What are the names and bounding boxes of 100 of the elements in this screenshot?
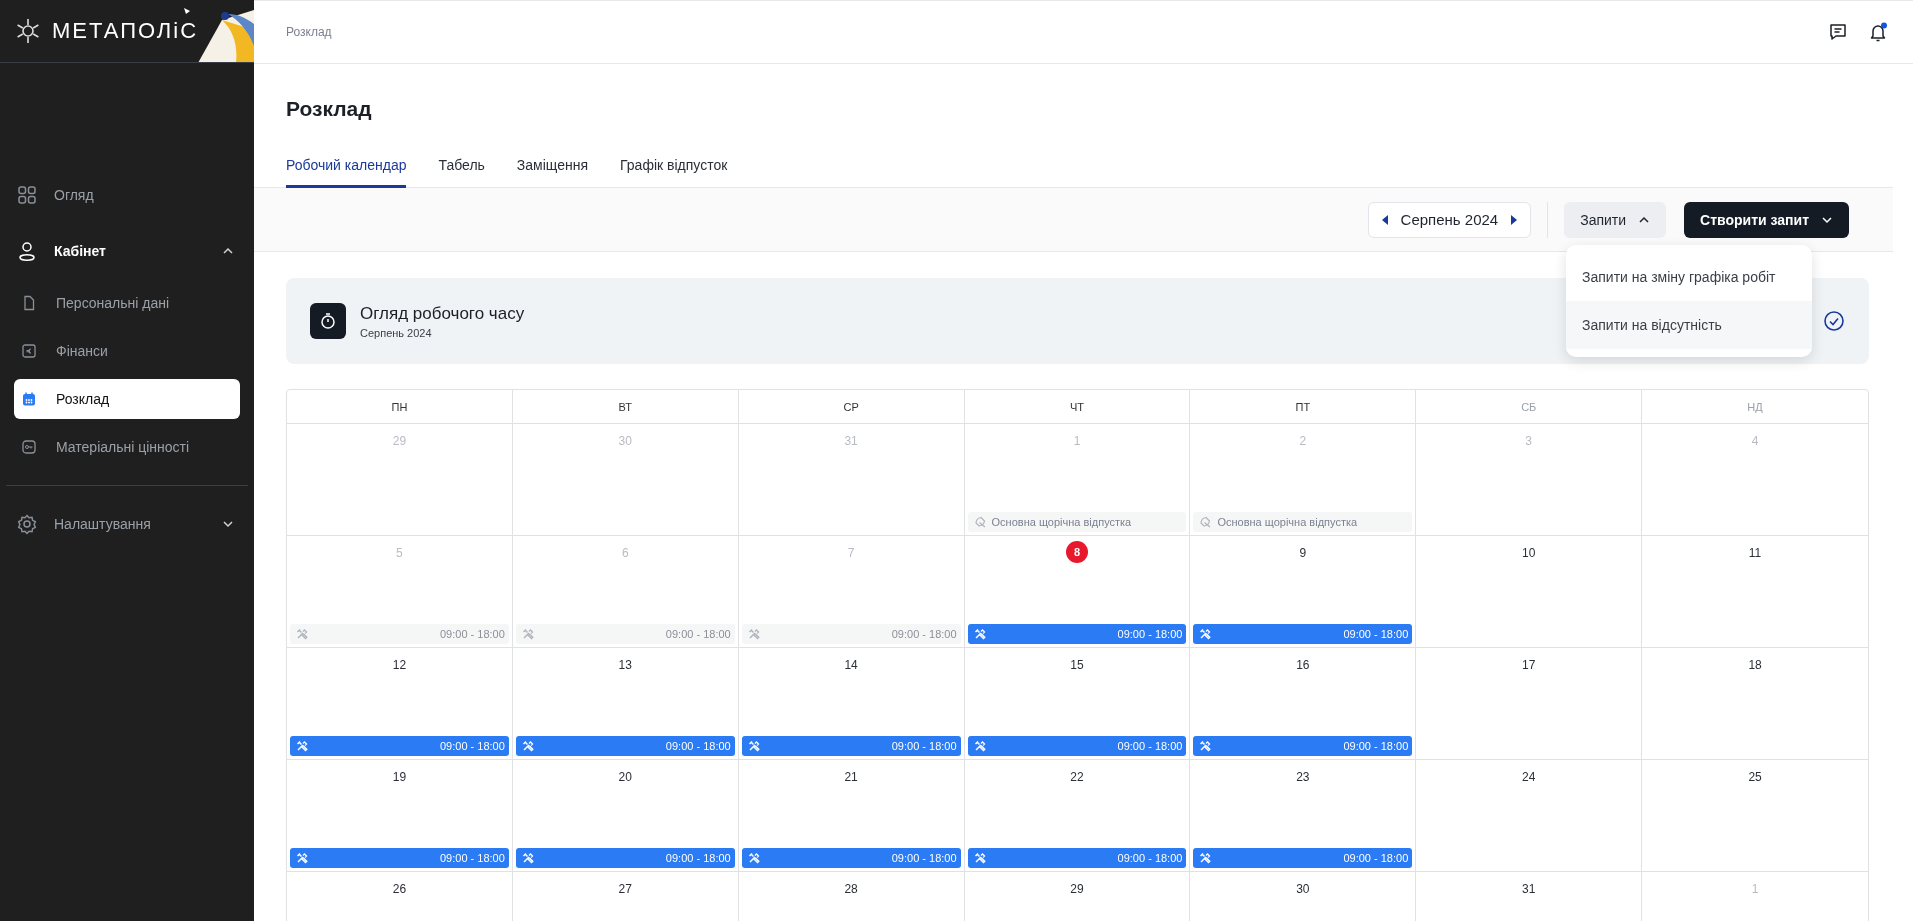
tools-icon	[973, 852, 986, 864]
shift-bar[interactable]: 09:00 - 18:00	[967, 736, 1187, 756]
tools-icon	[747, 628, 760, 640]
day-cell[interactable]: 23 09:00 - 18:00	[1190, 760, 1417, 872]
shift-bar[interactable]: 09:00 - 18:00	[741, 736, 961, 756]
menu-item[interactable]: Запити на зміну графіка робіт	[1566, 253, 1812, 301]
day-number: 28	[843, 881, 859, 898]
day-cell[interactable]: 29	[964, 872, 1191, 921]
gear-icon	[16, 513, 38, 535]
day-number: 29	[1069, 881, 1085, 898]
day-number: 12	[391, 657, 408, 674]
day-cell[interactable]: 20 09:00 - 18:00	[512, 760, 739, 872]
day-cell[interactable]: 28	[738, 872, 965, 921]
user-icon	[16, 240, 38, 262]
tools-icon	[521, 628, 534, 640]
nav-item[interactable]: Кабінет	[14, 229, 240, 273]
nav-item[interactable]: Фінанси	[14, 331, 240, 371]
shift-bar[interactable]: 09:00 - 18:00	[967, 624, 1187, 644]
shift-bar[interactable]: 09:00 - 18:00	[515, 736, 735, 756]
nav-item[interactable]: Матеріальні цінності	[14, 427, 240, 467]
caret-right-icon	[1510, 213, 1519, 226]
tools-icon	[296, 628, 308, 640]
tools-icon	[521, 740, 534, 752]
day-number: 9	[1298, 545, 1308, 562]
vacation-bar[interactable]: Основна щорічна відпустка	[1193, 512, 1413, 532]
day-cell[interactable]: 15 09:00 - 18:00	[964, 648, 1191, 760]
shift-bar[interactable]: 09:00 - 18:00	[1193, 736, 1413, 756]
day-number: 7	[846, 545, 856, 562]
nav-item[interactable]: Налаштування	[14, 502, 240, 546]
document-icon	[21, 295, 37, 311]
day-number: 26	[391, 881, 408, 898]
day-number: 24	[1521, 769, 1537, 786]
day-number: 31	[1521, 881, 1537, 898]
tab[interactable]: Заміщення	[516, 151, 588, 188]
tab[interactable]: Графік відпусток	[620, 151, 728, 188]
day-number: 5	[395, 545, 404, 562]
day-cell[interactable]: 24	[1416, 760, 1643, 872]
nav-item[interactable]: Розклад	[14, 379, 240, 419]
day-number: 25	[1747, 769, 1763, 786]
shift-bar[interactable]: 09:00 - 18:00	[1193, 848, 1413, 868]
create-request-button[interactable]: Створити запит	[1684, 201, 1849, 238]
day-number: 11	[1747, 545, 1763, 562]
day-cell[interactable]: 31	[1416, 872, 1643, 921]
day-cell[interactable]: 18	[1642, 648, 1868, 760]
breadcrumb[interactable]: Розклад	[286, 25, 1809, 39]
shift-bar[interactable]: 09:00 - 18:00	[290, 736, 509, 756]
day-cell[interactable]: 13 09:00 - 18:00	[512, 648, 739, 760]
day-cell[interactable]: 12 09:00 - 18:00	[287, 648, 513, 760]
vacation-bar[interactable]: Основна щорічна відпустка	[967, 512, 1187, 532]
shift-bar[interactable]: 09:00 - 18:00	[1193, 624, 1413, 644]
weekday-header: НД	[1642, 390, 1868, 424]
day-number: 27	[617, 881, 633, 898]
month-picker[interactable]: Серпень 2024	[1367, 201, 1532, 238]
chat-icon	[1827, 21, 1849, 43]
grid-icon	[16, 184, 38, 206]
menu-item[interactable]: Запити на відсутність	[1566, 301, 1812, 349]
day-cell[interactable]: 10	[1416, 536, 1643, 648]
day-cell[interactable]: 9 09:00 - 18:00	[1190, 536, 1417, 648]
day-cell[interactable]: 17	[1416, 648, 1643, 760]
day-number: 31	[843, 433, 859, 450]
stopwatch-icon	[310, 303, 346, 339]
day-number: 6	[620, 545, 630, 562]
tools-icon	[1199, 852, 1212, 864]
day-cell[interactable]: 16 09:00 - 18:00	[1190, 648, 1417, 760]
day-cell[interactable]: 30	[1190, 872, 1417, 921]
day-number: 3	[1524, 433, 1534, 450]
day-cell[interactable]: 11	[1642, 536, 1868, 648]
tools-icon	[296, 852, 308, 864]
shift-bar[interactable]: 09:00 - 18:00	[290, 848, 509, 868]
logo-text: МЕТАПОЛіС	[52, 18, 199, 44]
nav-item[interactable]: Персональні дані	[14, 283, 240, 323]
shift-bar[interactable]: 09:00 - 18:00	[515, 848, 735, 868]
day-number: 10	[1521, 545, 1537, 562]
shift-bar[interactable]: 09:00 - 18:00	[741, 848, 961, 868]
tools-icon	[296, 740, 308, 752]
shift-bar[interactable]: 09:00 - 18:00	[967, 848, 1187, 868]
day-cell[interactable]: 27	[512, 872, 739, 921]
day-cell[interactable]: 21 09:00 - 18:00	[738, 760, 965, 872]
day-cell[interactable]: 14 09:00 - 18:00	[738, 648, 965, 760]
day-number: 20	[617, 769, 633, 786]
day-number: 4	[1750, 433, 1760, 450]
check-circle-icon	[1823, 310, 1845, 332]
calendar-icon	[21, 391, 37, 407]
day-number: 21	[843, 769, 859, 786]
day-cell[interactable]: 8 09:00 - 18:00	[964, 536, 1191, 648]
day-cell[interactable]: 22 09:00 - 18:00	[964, 760, 1191, 872]
nav-item[interactable]: Огляд	[14, 173, 240, 217]
requests-button[interactable]: Запити	[1564, 201, 1667, 238]
day-cell[interactable]: 1 Основна щорічна відпустка	[964, 424, 1191, 536]
tab[interactable]: Табель	[438, 151, 485, 188]
day-number: 1	[1750, 881, 1760, 898]
day-cell[interactable]: 26	[287, 872, 513, 921]
day-cell[interactable]: 25	[1642, 760, 1868, 872]
tools-icon	[747, 852, 760, 864]
tools-icon	[1199, 628, 1212, 640]
page-title: Розклад	[286, 97, 373, 121]
day-number: 18	[1747, 657, 1763, 674]
day-cell[interactable]: 19 09:00 - 18:00	[287, 760, 513, 872]
weekday-header: СБ	[1416, 390, 1643, 424]
day-cell[interactable]: 2 Основна щорічна відпустка	[1190, 424, 1417, 536]
